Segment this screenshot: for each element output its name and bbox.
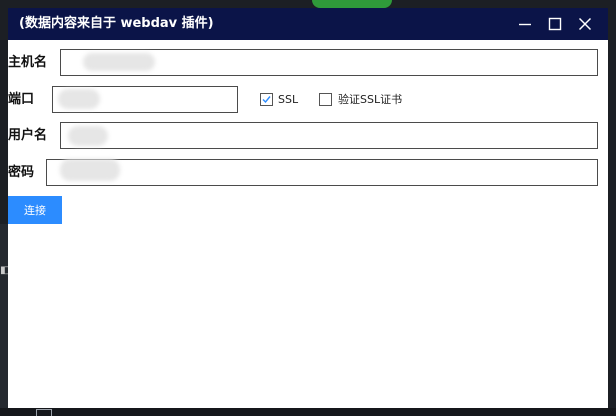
- password-input[interactable]: [46, 159, 598, 186]
- password-label: 密码: [8, 165, 35, 180]
- close-icon: [578, 17, 592, 31]
- close-button[interactable]: [570, 8, 600, 40]
- checkmark-icon: [262, 96, 271, 104]
- username-row: 用户名: [8, 122, 608, 150]
- verify-ssl-checkbox[interactable]: [319, 93, 332, 106]
- background-bottom-bar: [0, 408, 616, 416]
- background-sidebar: [0, 224, 8, 416]
- password-redaction: [60, 159, 120, 181]
- background-grid-icon: [36, 409, 52, 416]
- host-redaction: [83, 53, 155, 71]
- minimize-icon: [519, 23, 531, 26]
- connect-button[interactable]: 连接: [8, 196, 62, 224]
- title-bar[interactable]: (数据内容来自于 webdav 插件): [8, 8, 608, 40]
- background-tab-indicator: [312, 0, 392, 8]
- port-redaction: [58, 89, 100, 109]
- maximize-icon: [548, 17, 562, 31]
- username-redaction: [68, 126, 108, 146]
- minimize-button[interactable]: [510, 8, 540, 40]
- verify-ssl-label: 验证SSL证书: [338, 93, 403, 106]
- port-label: 端口: [8, 92, 35, 107]
- password-row: 密码: [8, 159, 608, 187]
- port-row: 端口 SSL 验证SSL证书: [8, 86, 608, 114]
- window-title: (数据内容来自于 webdav 插件): [19, 16, 214, 31]
- host-row: 主机名: [8, 49, 608, 77]
- webdav-dialog: (数据内容来自于 webdav 插件) 主机名 端口 SSL 验证SSL证书 用…: [8, 8, 608, 408]
- ssl-checkbox[interactable]: [260, 93, 273, 106]
- maximize-button[interactable]: [540, 8, 570, 40]
- username-label: 用户名: [8, 128, 48, 143]
- host-label: 主机名: [8, 55, 48, 70]
- background-glyph-icon: ◧: [0, 265, 10, 276]
- ssl-label: SSL: [278, 93, 299, 106]
- username-input[interactable]: [60, 122, 598, 149]
